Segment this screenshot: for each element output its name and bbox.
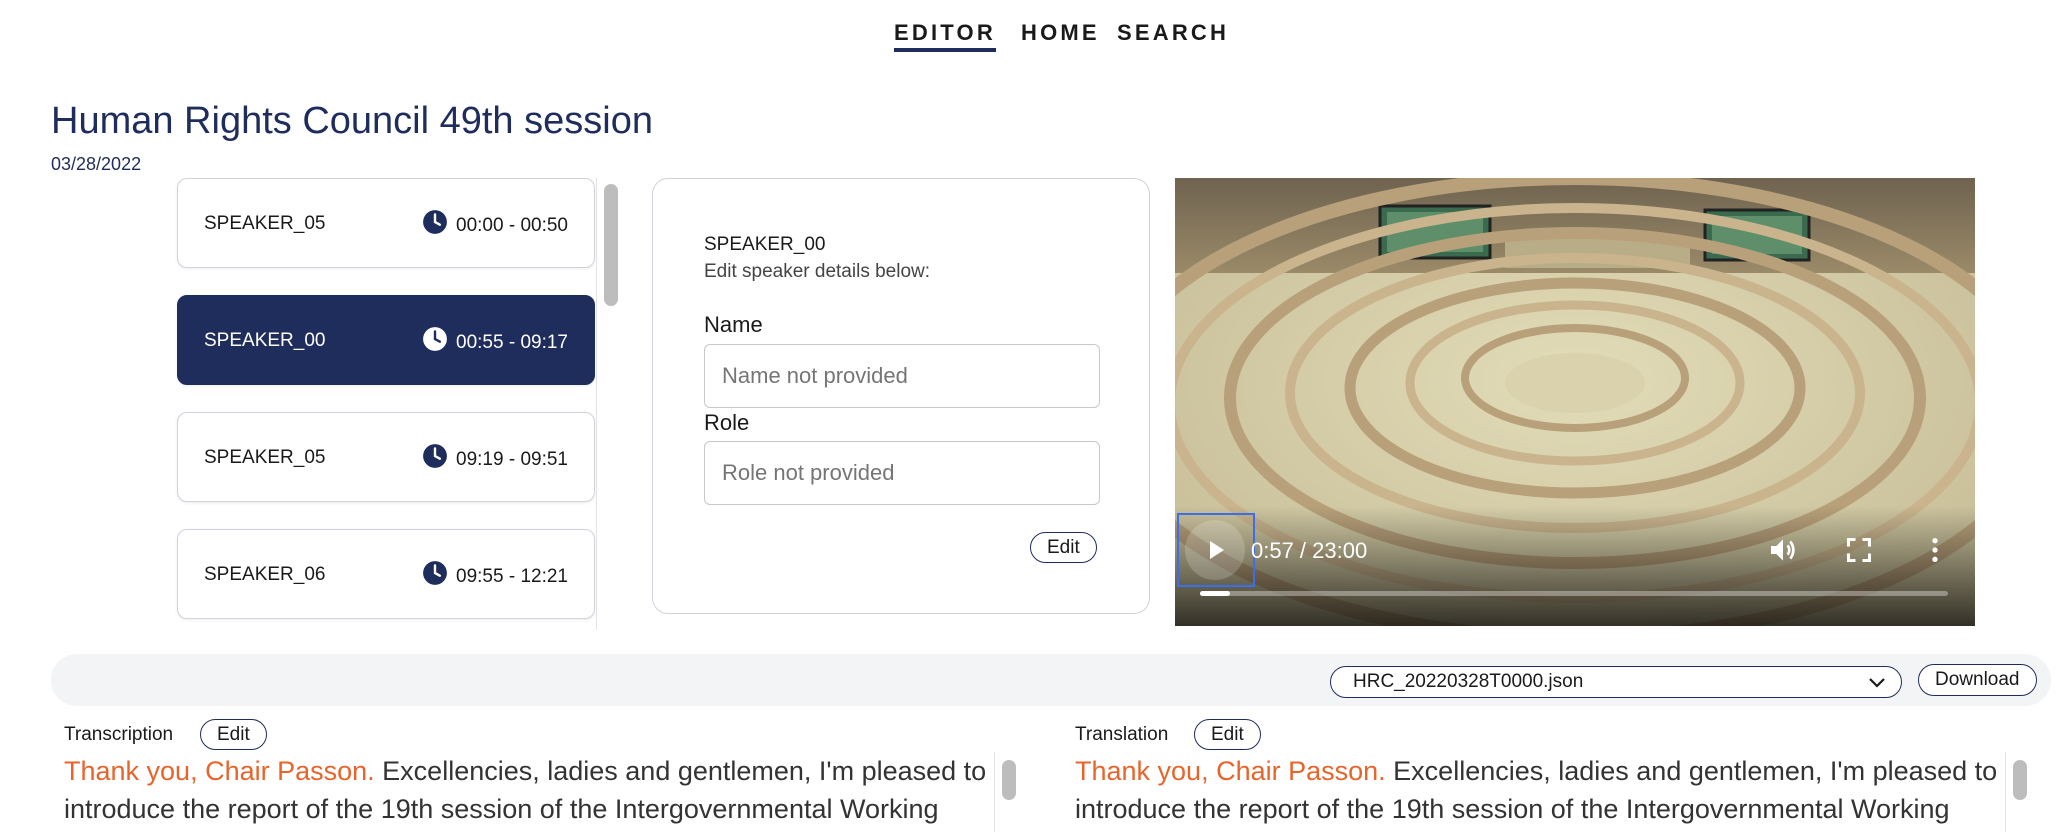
transcription-highlight: Thank you, Chair Passon.: [64, 756, 375, 786]
top-nav: EDITOR HOME SEARCH: [0, 20, 2066, 60]
edit-translation-button[interactable]: Edit: [1194, 719, 1261, 750]
details-speaker-id: SPEAKER_00: [704, 234, 826, 255]
video-controls: [1175, 506, 1975, 626]
translation-scrollbar[interactable]: [2005, 752, 2033, 832]
role-field[interactable]: [704, 441, 1100, 505]
name-label: Name: [704, 312, 763, 337]
scrollbar-thumb[interactable]: [604, 184, 618, 306]
edit-transcription-button[interactable]: Edit: [200, 719, 267, 750]
clock-icon: [423, 444, 447, 468]
fullscreen-icon[interactable]: [1845, 536, 1873, 564]
transcription-line-1: Thank you, Chair Passon. Excellencies, l…: [64, 752, 994, 790]
translation-highlight: Thank you, Chair Passon.: [1075, 756, 1386, 786]
file-select-dropdown[interactable]: HRC_20220328T0000.json: [1330, 666, 1902, 698]
translation-text[interactable]: Thank you, Chair Passon. Excellencies, l…: [1075, 752, 2005, 828]
play-icon: [1210, 541, 1224, 559]
speaker-name: SPEAKER_06: [204, 564, 326, 585]
role-label: Role: [704, 410, 750, 435]
speaker-card[interactable]: SPEAKER_06 09:55 - 12:21: [177, 529, 595, 619]
speaker-time-range: 09:19 - 09:51: [422, 444, 568, 471]
chevron-down-icon: [1869, 678, 1885, 688]
video-progress-bar[interactable]: [1200, 591, 1948, 596]
speaker-card[interactable]: SPEAKER_05 00:00 - 00:50: [177, 178, 595, 268]
edit-speaker-button[interactable]: Edit: [1030, 532, 1097, 563]
play-button[interactable]: [1185, 520, 1245, 580]
speaker-time: 09:55 - 12:21: [456, 566, 568, 587]
nav-search[interactable]: SEARCH: [1117, 20, 1229, 46]
speaker-card[interactable]: SPEAKER_05 09:19 - 09:51: [177, 412, 595, 502]
clock-icon: [423, 210, 447, 234]
speaker-time: 09:19 - 09:51: [456, 449, 568, 470]
session-date: 03/28/2022: [51, 154, 142, 174]
translation-line-1-rest: Excellencies, ladies and gentlemen, I'm …: [1385, 756, 1998, 786]
transcription-label: Transcription: [64, 724, 174, 745]
scrollbar-thumb[interactable]: [1002, 760, 1016, 800]
speaker-card-selected[interactable]: SPEAKER_00 00:55 - 09:17: [177, 295, 595, 385]
nav-home[interactable]: HOME: [1021, 20, 1100, 46]
clock-icon: [423, 561, 447, 585]
video-time: 0:57 / 23:00: [1251, 538, 1368, 563]
video-player[interactable]: 0:57 / 23:00: [1175, 178, 1975, 626]
video-progress-fill: [1200, 591, 1230, 596]
translation-line-1: Thank you, Chair Passon. Excellencies, l…: [1075, 752, 2005, 790]
volume-icon[interactable]: [1767, 534, 1799, 566]
speaker-name: SPEAKER_05: [204, 213, 326, 234]
translation-line-2: introduce the report of the 19th session…: [1075, 794, 1950, 824]
speaker-list-scrollbar[interactable]: [596, 178, 624, 630]
details-instructions: Edit speaker details below:: [704, 261, 931, 282]
speaker-time-range: 00:00 - 00:50: [422, 210, 568, 237]
name-field[interactable]: [704, 344, 1100, 408]
speaker-details-card: SPEAKER_00 Edit speaker details below: N…: [652, 178, 1150, 614]
scrollbar-thumb[interactable]: [2013, 760, 2027, 800]
speaker-time-range: 00:55 - 09:17: [422, 327, 568, 354]
clock-icon: [423, 327, 447, 351]
translation-label: Translation: [1075, 724, 1169, 745]
transcription-text[interactable]: Thank you, Chair Passon. Excellencies, l…: [64, 752, 994, 828]
speaker-list: SPEAKER_05 00:00 - 00:50 SPEAKER_00 00:5…: [172, 178, 624, 630]
speaker-name: SPEAKER_05: [204, 447, 326, 468]
file-select-value: HRC_20220328T0000.json: [1353, 671, 1584, 692]
nav-editor[interactable]: EDITOR: [894, 20, 996, 52]
transcription-line-1-rest: Excellencies, ladies and gentlemen, I'm …: [374, 756, 987, 786]
download-button[interactable]: Download: [1918, 664, 2037, 696]
speaker-time: 00:00 - 00:50: [456, 215, 568, 236]
speaker-name: SPEAKER_00: [204, 330, 326, 351]
speaker-time: 00:55 - 09:17: [456, 332, 568, 353]
transcription-scrollbar[interactable]: [994, 752, 1022, 832]
speaker-time-range: 09:55 - 12:21: [422, 561, 568, 588]
page-title: Human Rights Council 49th session: [51, 100, 653, 142]
transcription-line-2: introduce the report of the 19th session…: [64, 794, 939, 824]
more-options-icon[interactable]: [1919, 534, 1951, 566]
